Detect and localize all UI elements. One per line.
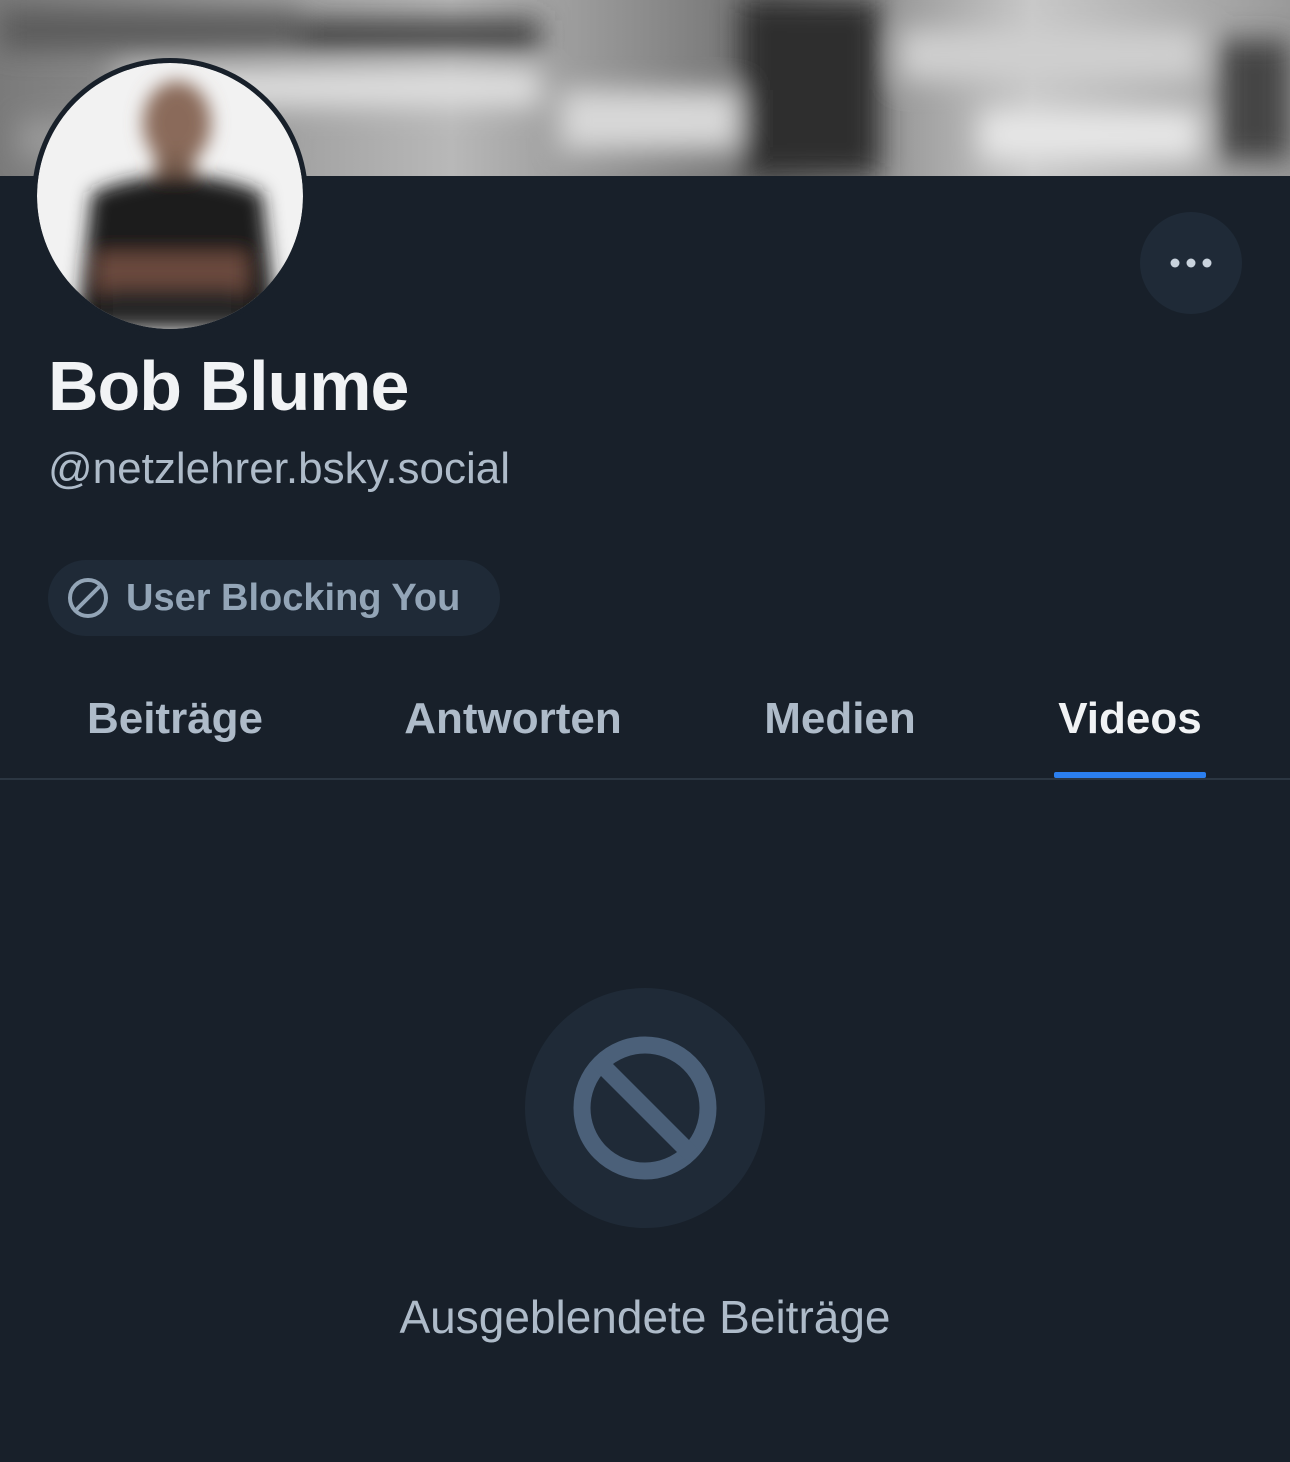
display-name: Bob Blume <box>48 347 409 425</box>
blocked-status-label: User Blocking You <box>126 576 461 619</box>
avatar-image <box>37 63 303 329</box>
more-options-button[interactable] <box>1140 212 1242 314</box>
profile-tabs: Beiträge Antworten Medien Videos <box>0 660 1290 780</box>
empty-state-icon-container <box>525 988 765 1228</box>
tab-medien[interactable]: Medien <box>740 660 940 778</box>
tab-antworten[interactable]: Antworten <box>380 660 646 778</box>
empty-state-message: Ausgeblendete Beiträge <box>399 1291 891 1343</box>
avatar[interactable] <box>32 58 308 334</box>
block-icon <box>66 576 110 620</box>
profile-page: Bob Blume @netzlehrer.bsky.social User B… <box>0 0 1290 1462</box>
block-icon <box>573 1036 717 1180</box>
blocked-status-badge: User Blocking You <box>48 560 500 636</box>
tab-videos[interactable]: Videos <box>1040 660 1220 778</box>
active-tab-indicator <box>1054 772 1206 778</box>
profile-handle: @netzlehrer.bsky.social <box>48 444 511 493</box>
tab-beitraege[interactable]: Beiträge <box>60 660 290 778</box>
ellipsis-icon <box>1170 258 1212 268</box>
